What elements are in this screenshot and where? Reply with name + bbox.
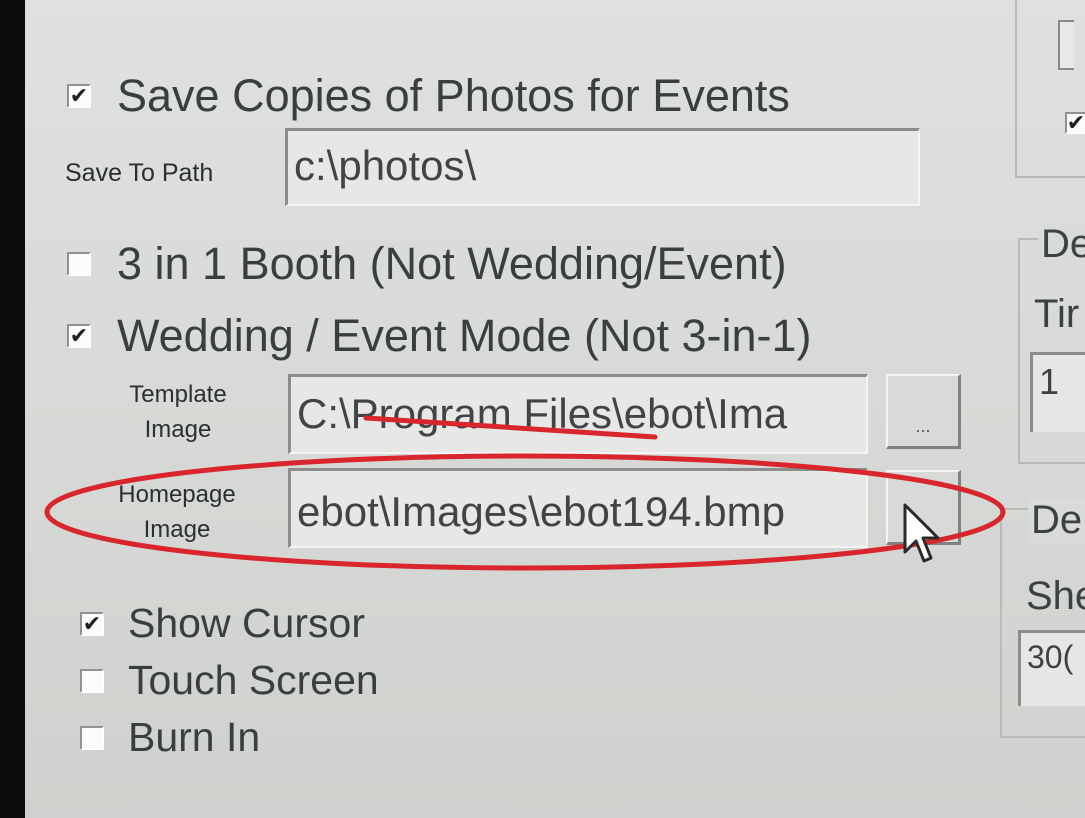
homepage-label-line1: Homepage xyxy=(118,481,236,508)
right-group-1-input[interactable]: 1 xyxy=(1030,352,1085,432)
touch-screen-row[interactable]: Touch Screen xyxy=(80,657,379,704)
save-to-path-input[interactable]: c:\photos\ xyxy=(285,128,920,206)
wedding-mode-label: Wedding / Event Mode (Not 3-in-1) xyxy=(117,310,812,361)
show-cursor-checkbox[interactable]: ✔ xyxy=(80,611,104,636)
template-image-label: Template Image xyxy=(108,378,248,448)
homepage-label-line2: Image xyxy=(143,515,211,543)
touch-screen-checkbox[interactable] xyxy=(80,668,104,693)
touch-screen-label: Touch Screen xyxy=(128,657,379,703)
template-label-line1: Template xyxy=(129,381,227,408)
right-top-control[interactable] xyxy=(1058,20,1074,70)
save-copies-label: Save Copies of Photos for Events xyxy=(117,70,790,121)
right-group-2-label: She xyxy=(1026,574,1085,618)
burn-in-checkbox[interactable] xyxy=(80,725,104,750)
save-copies-row[interactable]: ✔ Save Copies of Photos for Events xyxy=(67,70,790,122)
wedding-mode-row[interactable]: ✔ Wedding / Event Mode (Not 3-in-1) xyxy=(67,310,812,362)
right-group-1-title: De xyxy=(1038,222,1085,267)
homepage-browse-button[interactable]: ... xyxy=(886,470,961,545)
right-top-checkbox[interactable]: ✔ xyxy=(1065,112,1085,134)
wedding-mode-checkbox[interactable]: ✔ xyxy=(67,324,91,348)
booth-3in1-label: 3 in 1 Booth (Not Wedding/Event) xyxy=(117,238,787,289)
template-browse-button[interactable]: ... xyxy=(886,374,961,449)
homepage-image-label: Homepage Image xyxy=(92,478,262,548)
template-label-line2: Image xyxy=(144,415,212,443)
save-copies-checkbox[interactable]: ✔ xyxy=(67,84,91,108)
right-group-2-title: De xyxy=(1028,498,1085,543)
window-edge xyxy=(0,0,25,818)
burn-in-label: Burn In xyxy=(128,714,261,760)
right-top-group xyxy=(1015,0,1085,178)
template-image-input[interactable]: C:\Program Files\ebot\Ima xyxy=(288,374,868,454)
right-group-1-label: Tir xyxy=(1034,292,1080,336)
show-cursor-row[interactable]: ✔ Show Cursor xyxy=(80,600,365,647)
right-group-2-input[interactable]: 30( xyxy=(1018,630,1085,706)
show-cursor-label: Show Cursor xyxy=(128,600,365,646)
homepage-image-input[interactable]: ebot\Images\ebot194.bmp xyxy=(288,468,868,548)
save-to-path-label: Save To Path xyxy=(65,159,214,187)
booth-3in1-row[interactable]: 3 in 1 Booth (Not Wedding/Event) xyxy=(67,238,787,290)
burn-in-row[interactable]: Burn In xyxy=(80,714,260,761)
booth-3in1-checkbox[interactable] xyxy=(67,252,91,276)
